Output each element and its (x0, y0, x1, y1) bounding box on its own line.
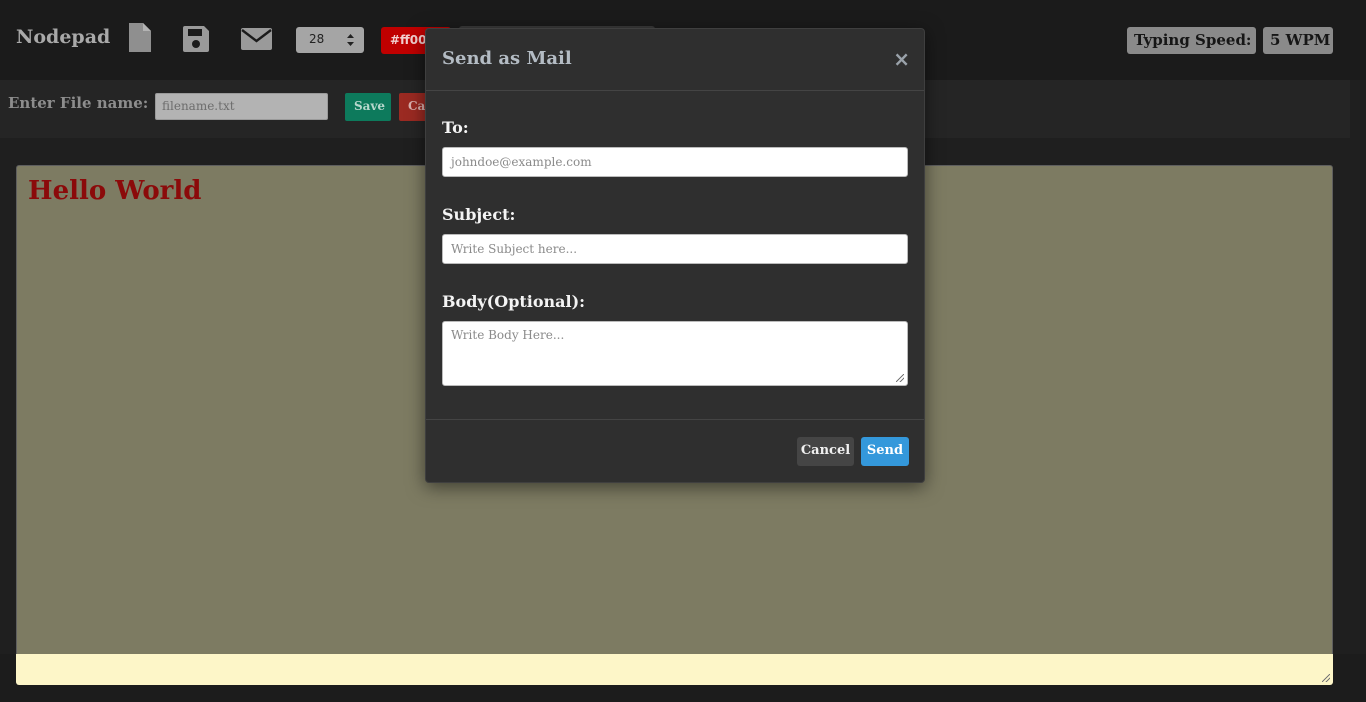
modal-footer: Cancel Send (426, 419, 924, 483)
typing-speed-label: Typing Speed: (1127, 27, 1256, 54)
to-email-field[interactable]: johndoe@example.com (442, 147, 908, 177)
save-file-button[interactable]: Save (345, 93, 391, 121)
select-arrows-icon (347, 34, 354, 46)
subject-field[interactable]: Write Subject here... (442, 234, 908, 264)
mail-icon[interactable] (241, 28, 272, 50)
file-name-input[interactable]: filename.txt (155, 93, 328, 120)
send-mail-modal: Send as Mail × To: johndoe@example.com S… (425, 28, 925, 483)
modal-title: Send as Mail (442, 48, 572, 69)
brand-title[interactable]: Nodepad (16, 26, 110, 48)
send-button[interactable]: Send (861, 437, 909, 466)
subject-label: Subject: (442, 205, 516, 224)
modal-header: Send as Mail × (426, 29, 924, 91)
color-value: #ff00 (390, 33, 427, 47)
to-label: To: (442, 118, 469, 137)
resize-grip-icon[interactable] (1322, 674, 1330, 682)
new-file-icon[interactable] (128, 22, 152, 53)
cancel-button[interactable]: Cancel (797, 437, 854, 466)
textarea-resize-icon[interactable] (896, 374, 904, 382)
editor-bottom-strip (16, 654, 1333, 685)
file-name-label: Enter File name: (8, 94, 149, 112)
close-icon[interactable]: × (893, 47, 910, 71)
body-placeholder: Write Body Here... (451, 328, 565, 342)
editor-content: Hello World (28, 176, 202, 206)
font-size-select[interactable]: 28 (296, 27, 364, 53)
font-size-value: 28 (309, 32, 325, 46)
typing-speed-value: 5 WPM (1263, 27, 1333, 54)
save-icon[interactable] (182, 25, 210, 53)
body-label: Body(Optional): (442, 292, 586, 311)
body-textarea[interactable]: Write Body Here... (442, 321, 908, 386)
